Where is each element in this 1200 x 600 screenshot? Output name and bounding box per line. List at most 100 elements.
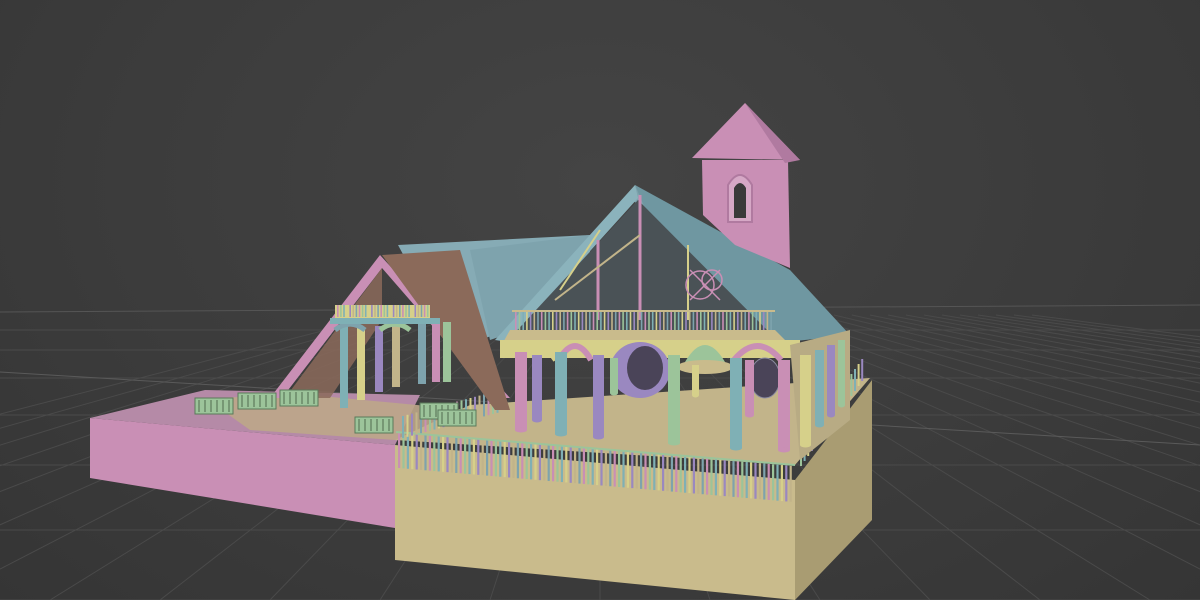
railing-baluster: [692, 457, 695, 494]
grid-line: [959, 314, 1200, 353]
church-model[interactable]: [90, 103, 872, 600]
railing-baluster: [653, 454, 656, 491]
railing-baluster: [395, 305, 398, 317]
railing-baluster: [578, 447, 581, 484]
railing-baluster: [556, 445, 559, 482]
railing-baluster: [377, 305, 379, 317]
tower-window-inner: [734, 183, 746, 218]
railing-baluster: [614, 312, 617, 330]
railing-baluster: [417, 305, 420, 317]
railing-baluster: [423, 305, 426, 317]
column: [827, 345, 835, 415]
railing-baluster: [405, 305, 407, 317]
railing-baluster: [677, 312, 680, 330]
railing-baluster: [533, 312, 536, 330]
railing-baluster: [770, 312, 772, 330]
railing-baluster: [740, 312, 743, 330]
railing-baluster: [714, 312, 717, 330]
railing-baluster: [525, 443, 528, 480]
railing-baluster: [486, 439, 489, 476]
railing-baluster: [552, 312, 554, 330]
column-base: [532, 417, 542, 423]
railing-baluster: [657, 454, 660, 491]
railing-baluster: [389, 305, 392, 317]
railing-baluster: [618, 451, 621, 487]
railing-baluster: [530, 443, 533, 480]
railing-baluster: [697, 457, 700, 494]
railing-baluster: [604, 449, 607, 486]
railing-baluster: [707, 312, 709, 330]
column-base: [778, 447, 790, 453]
railing-baluster: [675, 455, 678, 492]
railing-baluster: [633, 312, 635, 330]
railing-baluster: [406, 432, 409, 469]
round-table: [677, 360, 733, 374]
railing-baluster: [762, 312, 765, 330]
railing-baluster: [733, 312, 735, 330]
railing-baluster: [700, 312, 702, 330]
railing-baluster: [569, 446, 572, 483]
column: [593, 355, 604, 437]
railing-baluster: [411, 433, 414, 470]
3d-viewport[interactable]: [0, 0, 1200, 600]
railing-baluster: [450, 436, 453, 473]
railing-baluster: [392, 305, 395, 317]
column: [392, 322, 400, 387]
column-base: [668, 440, 680, 446]
column: [745, 360, 754, 415]
railing-baluster: [433, 435, 436, 472]
railing-baluster: [710, 458, 713, 495]
railing-baluster: [468, 438, 471, 475]
column-base: [800, 442, 811, 448]
railing-baluster: [399, 305, 401, 317]
railing-baluster: [415, 412, 418, 435]
railing-baluster: [424, 434, 427, 471]
railing-baluster: [402, 416, 404, 438]
railing-baluster: [455, 436, 458, 473]
grid-line: [923, 314, 1200, 364]
railing-baluster: [732, 460, 735, 497]
railing-baluster: [745, 462, 748, 499]
beam: [330, 318, 440, 324]
column: [340, 320, 348, 408]
railing-baluster: [560, 446, 563, 483]
column-base: [610, 390, 618, 396]
column: [800, 355, 811, 445]
railing-baluster: [518, 312, 521, 330]
railing-baluster: [600, 449, 603, 486]
railing-baluster: [428, 434, 431, 471]
column: [532, 355, 542, 420]
railing-baluster: [459, 437, 462, 474]
railing-baluster: [477, 438, 480, 475]
railing-baluster: [674, 312, 676, 330]
column-base: [515, 427, 527, 433]
column: [357, 328, 365, 400]
column: [778, 360, 790, 450]
railing-baluster: [364, 305, 367, 317]
railing-baluster: [644, 453, 647, 490]
railing-baluster: [737, 312, 739, 330]
railing-baluster: [478, 395, 481, 418]
railing-baluster: [785, 465, 788, 502]
railing-baluster: [603, 312, 606, 330]
column-base: [730, 445, 742, 451]
railing-baluster: [714, 459, 717, 496]
railing-baluster: [635, 452, 638, 489]
railing-baluster: [499, 440, 502, 477]
pew: [237, 392, 277, 410]
railing-baluster: [515, 312, 517, 330]
railing-baluster: [555, 312, 558, 330]
column: [443, 322, 451, 382]
railing-baluster: [406, 414, 409, 437]
railing-baluster: [574, 447, 577, 484]
railing-baluster: [854, 369, 856, 391]
grid-line: [851, 314, 1200, 393]
railing-baluster: [688, 457, 691, 494]
railing-baluster: [521, 442, 524, 479]
railing-baluster: [591, 448, 594, 485]
railing-baluster: [736, 461, 739, 498]
railing-baluster: [565, 446, 568, 483]
column-base: [555, 431, 567, 437]
railing-baluster: [343, 305, 345, 317]
railing-baluster: [684, 456, 687, 493]
